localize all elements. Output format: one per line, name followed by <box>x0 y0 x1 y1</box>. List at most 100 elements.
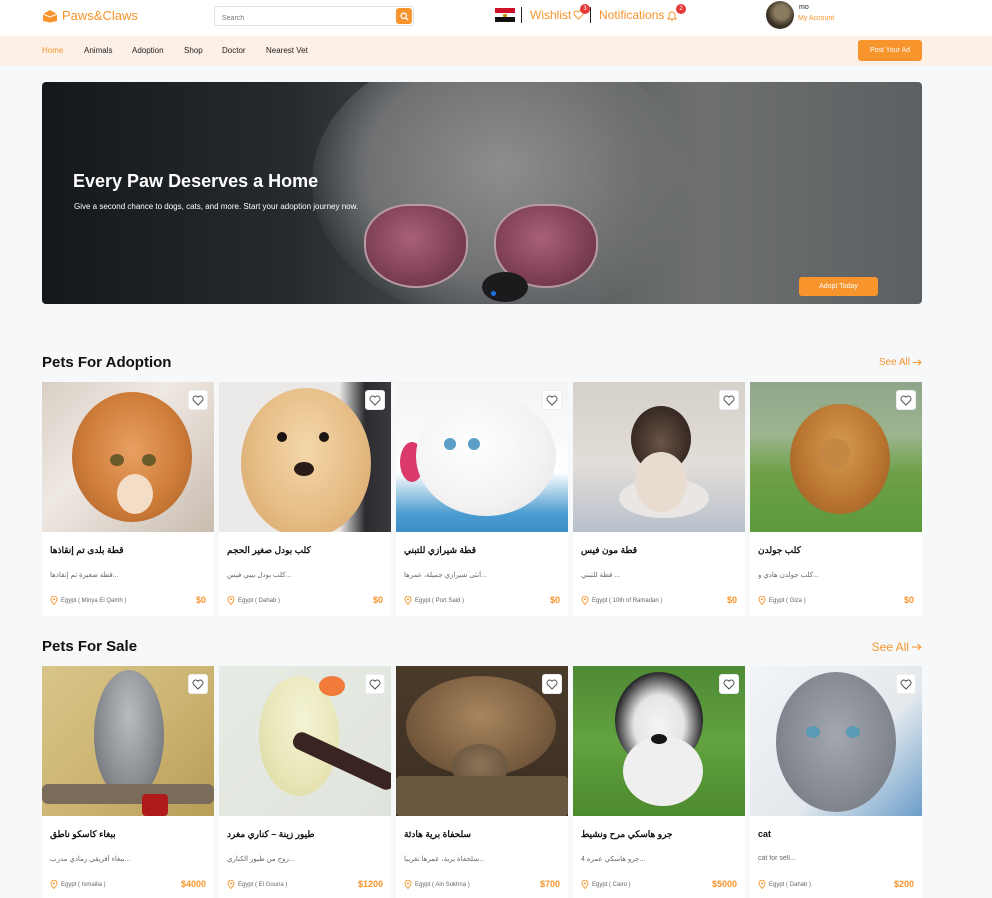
notifications-label: Notifications <box>599 8 665 22</box>
heart-icon <box>192 679 204 690</box>
divider <box>590 7 591 23</box>
egypt-flag-icon[interactable] <box>495 8 515 23</box>
hero-dog-image <box>312 82 692 304</box>
nav-animals[interactable]: Animals <box>84 46 112 55</box>
sale-see-all-link[interactable]: See All <box>872 640 922 654</box>
favorite-button[interactable] <box>719 390 739 410</box>
pet-price: $0 <box>372 595 383 605</box>
heart-icon <box>369 395 381 406</box>
pet-location: Egypt ( Port Said ) <box>404 596 464 605</box>
search-button[interactable] <box>396 8 412 24</box>
pet-name: ببغاء كاسكو ناطق <box>50 829 116 839</box>
heart-icon <box>192 395 204 406</box>
pet-description: قطة للتبني ... <box>581 572 621 579</box>
pet-card[interactable]: قطة مون فيس قطة للتبني ... Egypt ( 10th … <box>573 382 745 616</box>
wishlist-count-badge: 3 <box>580 4 590 14</box>
location-text: Egypt ( Dahab ) <box>769 881 812 888</box>
pet-location: Egypt ( Minya El Qamh ) <box>50 596 126 605</box>
favorite-button[interactable] <box>542 390 562 410</box>
pet-price: $0 <box>195 595 206 605</box>
pet-description: جرو هاسكي عمره 4... <box>581 856 646 863</box>
location-text: Egypt ( Dahab ) <box>238 597 281 604</box>
arrow-right-icon <box>912 643 922 651</box>
pet-location: Egypt ( Ain Sukhna ) <box>404 880 470 889</box>
favorite-button[interactable] <box>896 674 916 694</box>
pet-price: $5000 <box>711 879 737 889</box>
location-text: Egypt ( El Gouna ) <box>238 881 288 888</box>
adoption-section-title: Pets For Adoption <box>42 354 172 371</box>
location-text: Egypt ( Ismailia ) <box>61 881 106 888</box>
favorite-button[interactable] <box>719 674 739 694</box>
pet-description: كلب جولدن هادي و... <box>758 572 819 579</box>
pet-card[interactable]: قطة شيرازي للتبني أنثى شيرازي جميلة، عمر… <box>396 382 568 616</box>
nav-doctor[interactable]: Doctor <box>222 46 246 55</box>
user-name: mo <box>799 4 809 11</box>
favorite-button[interactable] <box>896 390 916 410</box>
heart-icon <box>723 395 735 406</box>
heart-icon <box>546 679 558 690</box>
pet-description: قطة صغيرة تم إنقاذها... <box>50 572 119 579</box>
carousel-dot[interactable] <box>491 291 496 296</box>
pet-card[interactable]: cat cat for sell... Egypt ( Dahab ) $200 <box>750 666 922 898</box>
brand-logo[interactable]: Paws&Claws <box>42 8 138 23</box>
post-your-ad-button[interactable]: Post Your Ad <box>858 40 922 61</box>
location-pin-icon <box>50 880 58 889</box>
favorite-button[interactable] <box>365 674 385 694</box>
favorite-button[interactable] <box>188 390 208 410</box>
avatar[interactable] <box>766 1 794 29</box>
see-all-label: See All <box>878 357 910 368</box>
notifications-link[interactable]: Notifications <box>599 8 678 22</box>
pet-location: Egypt ( Dahab ) <box>758 880 811 889</box>
location-pin-icon <box>758 596 766 605</box>
hero-title: Every Paw Deserves a Home <box>73 171 319 191</box>
nav-adoption[interactable]: Adoption <box>132 46 164 55</box>
adoption-see-all-link[interactable]: See All <box>879 357 922 368</box>
pet-card[interactable]: سلحفاة برية هادئة سلحفاة برية، عمرها تقر… <box>396 666 568 898</box>
pet-name: cat <box>758 829 772 839</box>
pet-description: زوج من طيور الكناري... <box>227 856 295 863</box>
pet-name: قطة بلدى تم إنقاذها <box>50 545 124 555</box>
main-nav: Home Animals Adoption Shop Doctor Neares… <box>0 36 992 66</box>
hero-subtitle: Give a second chance to dogs, cats, and … <box>74 202 359 211</box>
top-header: Paws&Claws Wishlist 3 Notifications 2 mo <box>0 0 992 36</box>
pet-price: $200 <box>893 879 914 889</box>
location-text: Egypt ( Minya El Qamh ) <box>61 597 127 604</box>
pet-card[interactable]: قطة بلدى تم إنقاذها قطة صغيرة تم إنقاذها… <box>42 382 214 616</box>
location-text: Egypt ( Cairo ) <box>592 881 631 888</box>
heart-icon <box>900 395 912 406</box>
notifications-count-badge: 2 <box>676 4 686 14</box>
pet-location: Egypt ( Cairo ) <box>581 880 631 889</box>
my-account-link[interactable]: My Account <box>798 15 834 22</box>
favorite-button[interactable] <box>542 674 562 694</box>
divider <box>521 7 522 23</box>
hero-banner: Every Paw Deserves a Home Give a second … <box>42 82 922 304</box>
pet-location: Egypt ( Dahab ) <box>227 596 280 605</box>
pet-card[interactable]: كلب جولدن كلب جولدن هادي و... Egypt ( Gi… <box>750 382 922 616</box>
pet-card[interactable]: ببغاء كاسكو ناطق ببغاء أفريقي رمادي مدرب… <box>42 666 214 898</box>
pet-location: Egypt ( 10th of Ramadan ) <box>581 596 662 605</box>
nav-shop[interactable]: Shop <box>184 46 203 55</box>
favorite-button[interactable] <box>365 390 385 410</box>
pet-description: cat for sell... <box>758 855 796 862</box>
location-text: Egypt ( Port Said ) <box>415 597 465 604</box>
location-pin-icon <box>581 596 589 605</box>
search-input[interactable] <box>215 9 385 28</box>
favorite-button[interactable] <box>188 674 208 694</box>
pet-price: $4000 <box>180 879 206 889</box>
pet-location: Egypt ( El Gouna ) <box>227 880 287 889</box>
hero-glasses-left <box>364 204 468 288</box>
wishlist-label: Wishlist <box>530 8 572 22</box>
pet-description: ببغاء أفريقي رمادي مدرب... <box>50 856 131 863</box>
nav-home[interactable]: Home <box>42 46 63 55</box>
pet-card[interactable]: كلب بودل صغير الحجم كلب بودل بيبي فيس...… <box>219 382 391 616</box>
paw-box-icon <box>42 9 58 22</box>
nav-nearest-vet[interactable]: Nearest Vet <box>266 46 308 55</box>
adopt-today-button[interactable]: Adopt Today <box>799 277 878 296</box>
pet-card[interactable]: جرو هاسكي مرح ونشيط جرو هاسكي عمره 4... … <box>573 666 745 898</box>
pet-card[interactable]: طيور زينة – كناري مغرد زوج من طيور الكنا… <box>219 666 391 898</box>
wishlist-link[interactable]: Wishlist <box>530 8 584 22</box>
search-icon <box>399 11 409 21</box>
pet-name: قطة مون فيس <box>581 545 638 555</box>
hero-dog-nose <box>482 272 528 302</box>
pet-location: Egypt ( Giza ) <box>758 596 806 605</box>
